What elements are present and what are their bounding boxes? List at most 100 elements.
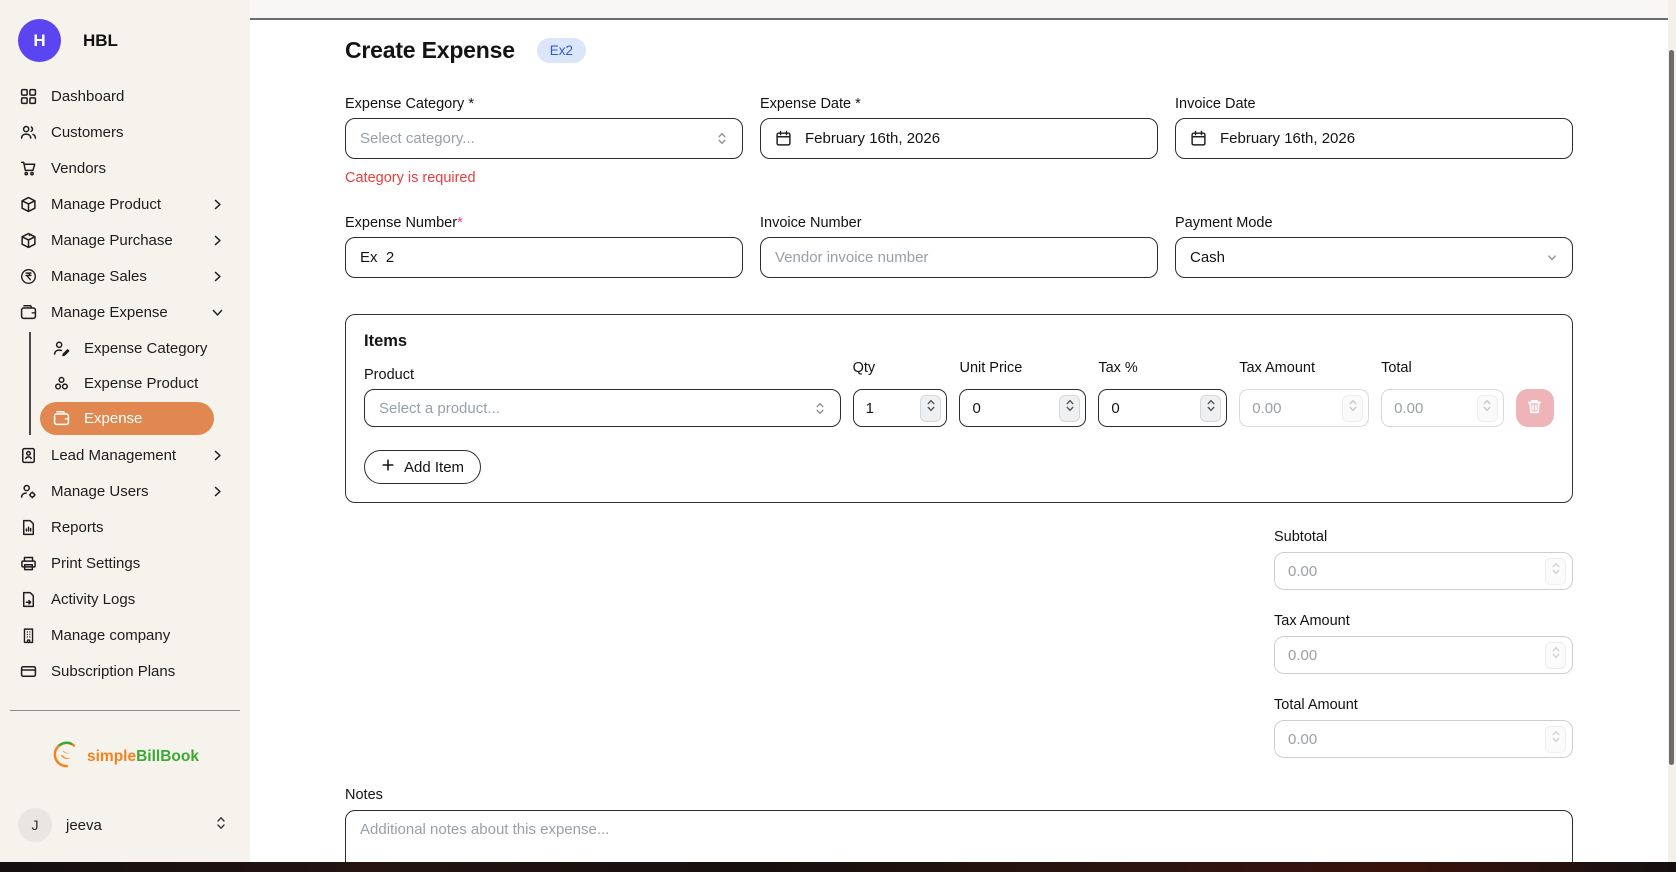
sidebar-item-expense-product[interactable]: Expense Product: [40, 367, 214, 400]
chevron-down-icon: [211, 306, 224, 319]
sidebar-item-subscription-plans[interactable]: Subscription Plans: [0, 653, 250, 689]
subtotal-input: [1288, 563, 1545, 580]
sidebar-item-label: Manage Purchase: [51, 232, 197, 249]
create-expense-form: Create Expense Ex2 Expense Category * Se…: [345, 22, 1573, 872]
sidebar-item-label: Print Settings: [51, 555, 224, 572]
sidebar-item-customers[interactable]: Customers: [0, 114, 250, 150]
line-total-spinner: [1477, 395, 1498, 422]
tax-amount-spinner: [1342, 395, 1363, 422]
sidebar-item-vendors[interactable]: Vendors: [0, 150, 250, 186]
page-title: Create Expense: [345, 37, 515, 64]
items-section: Items Product Select a product... Qty: [345, 314, 1573, 503]
payment-mode-label: Payment Mode: [1175, 215, 1573, 231]
expense-date-input[interactable]: February 16th, 2026: [760, 118, 1158, 159]
box-return-icon: [20, 232, 37, 249]
id-badge-icon: [20, 447, 37, 464]
chevron-down-icon: [1546, 250, 1558, 265]
updown-icon: [1206, 398, 1216, 418]
wallet-icon: [20, 304, 37, 321]
total-amount-label: Total Amount: [1274, 697, 1573, 713]
file-arrow-icon: [20, 591, 37, 608]
chevron-right-icon: [211, 270, 224, 283]
sidebar-item-dashboard[interactable]: Dashboard: [0, 78, 250, 114]
tax-amount-total-spinner: [1545, 642, 1566, 669]
sidebar-item-label: Expense: [84, 410, 202, 427]
bottom-edge-bar: [0, 862, 1676, 872]
updown-icon: [1551, 561, 1561, 581]
qty-spinner[interactable]: [920, 395, 941, 422]
sidebar-item-activity-logs[interactable]: Activity Logs: [0, 581, 250, 617]
cluster-icon: [53, 375, 70, 392]
invoice-date-value: February 16th, 2026: [1220, 130, 1355, 147]
sidebar-item-expense-category[interactable]: Expense Category: [40, 332, 214, 365]
sidebar-nav: Dashboard Customers VendorsManage Product M…: [0, 76, 250, 689]
sidebar-item-label: Activity Logs: [51, 591, 224, 608]
main-content: Create Expense Ex2 Expense Category * Se…: [250, 0, 1668, 862]
subtotal-field: Subtotal: [1274, 529, 1573, 590]
chevron-right-icon: [211, 198, 224, 211]
sidebar-item-manage-company[interactable]: Manage company: [0, 617, 250, 653]
sidebar-item-manage-users[interactable]: Manage Users: [0, 473, 250, 509]
total-amount-field: Total Amount: [1274, 697, 1573, 758]
calendar-icon: [1190, 130, 1207, 147]
payment-mode-select[interactable]: Cash: [1175, 237, 1573, 278]
user-gear-icon: [20, 483, 37, 500]
product-field: Product Select a product...: [364, 367, 841, 427]
sidebar-item-reports[interactable]: Reports: [0, 509, 250, 545]
users-icon: [20, 124, 37, 141]
sidebar-item-label: Customers: [51, 124, 224, 141]
invoice-number-label: Invoice Number: [760, 215, 1158, 231]
scrollbar-thumb[interactable]: [1669, 50, 1674, 765]
user-avatar: J: [18, 808, 52, 842]
product-select[interactable]: Select a product...: [364, 389, 841, 427]
printer-icon: [20, 555, 37, 572]
sidebar-item-manage-expense[interactable]: Manage Expense: [0, 294, 250, 330]
tax-pct-input[interactable]: [1111, 400, 1200, 417]
user-menu[interactable]: J jeeva: [0, 808, 250, 842]
product-placeholder: Select a product...: [379, 400, 500, 417]
sidebar-item-expense[interactable]: Expense: [40, 402, 214, 435]
required-asterisk: *: [457, 215, 463, 231]
subtotal-input-wrap: [1274, 552, 1573, 590]
box-icon: [20, 196, 37, 213]
company-name: HBL: [83, 31, 118, 51]
invoice-number-input[interactable]: [760, 237, 1158, 278]
chevron-right-icon: [211, 485, 224, 498]
tax-amount-input-wrap: [1239, 389, 1369, 427]
sidebar-item-print-settings[interactable]: Print Settings: [0, 545, 250, 581]
updown-icon: [1551, 645, 1561, 665]
page-header: Create Expense Ex2: [345, 37, 1573, 64]
sidebar-item-lead-management[interactable]: Lead Management: [0, 437, 250, 473]
total-amount-input-wrap: [1274, 720, 1573, 758]
sidebar-item-label: Reports: [51, 519, 224, 536]
unit-price-input[interactable]: [972, 400, 1059, 417]
line-total-input-wrap: [1381, 389, 1504, 427]
add-item-button[interactable]: Add Item: [364, 450, 481, 484]
delete-item-button[interactable]: [1516, 389, 1554, 427]
expense-category-select[interactable]: Select category...: [345, 118, 743, 159]
sidebar-item-label: Manage company: [51, 627, 224, 644]
tax-pct-label: Tax %: [1098, 360, 1227, 376]
sidebar-item-manage-purchase[interactable]: Manage Purchase: [0, 222, 250, 258]
total-amount-spinner: [1545, 726, 1566, 753]
sidebar-item-manage-sales[interactable]: Manage Sales: [0, 258, 250, 294]
notes-field: Notes: [345, 787, 1573, 872]
qty-input[interactable]: [866, 400, 921, 417]
rupee-icon: [20, 268, 37, 285]
tax-pct-spinner[interactable]: [1200, 395, 1221, 422]
qty-field: Qty: [853, 360, 948, 427]
sidebar-item-manage-product[interactable]: Manage Product: [0, 186, 250, 222]
notes-label: Notes: [345, 787, 1573, 803]
file-chart-icon: [20, 519, 37, 536]
tax-amount-total-label: Tax Amount: [1274, 613, 1573, 629]
expense-date-label: Expense Date *: [760, 96, 1158, 112]
invoice-date-label: Invoice Date: [1175, 96, 1573, 112]
unit-price-spinner[interactable]: [1059, 395, 1080, 422]
invoice-date-input[interactable]: February 16th, 2026: [1175, 118, 1573, 159]
expense-number-field: Expense Number*: [345, 215, 743, 278]
sidebar-item-label: Expense Product: [84, 375, 202, 392]
qty-input-wrap: [853, 389, 948, 427]
expense-number-input[interactable]: [345, 237, 743, 278]
total-amount-input: [1288, 731, 1545, 748]
brand: H HBL: [0, 0, 250, 76]
